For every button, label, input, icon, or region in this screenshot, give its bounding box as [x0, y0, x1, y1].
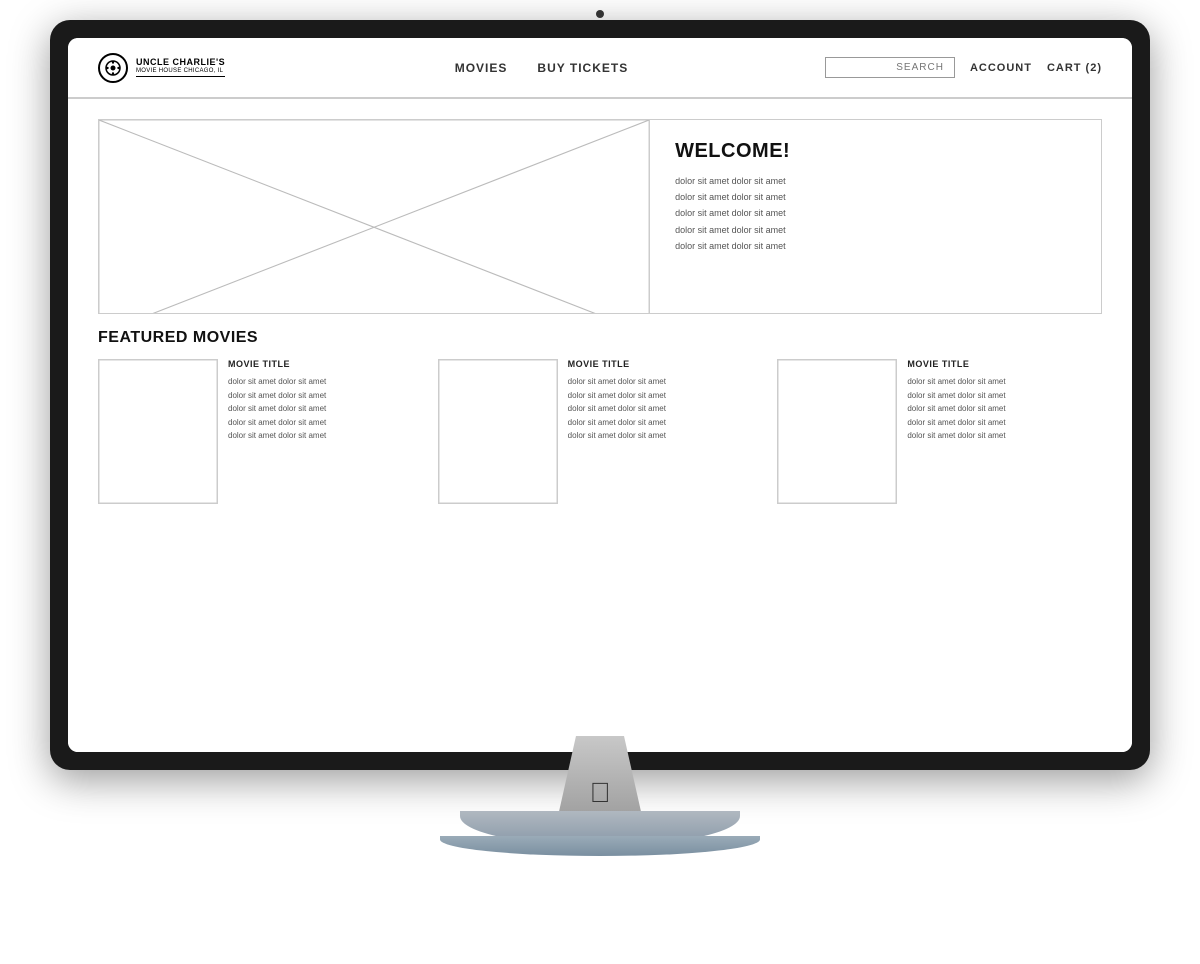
hero-placeholder-svg — [99, 120, 649, 313]
movie-desc-1-line5: dolor sit amet dolor sit amet — [228, 429, 423, 443]
search-input[interactable] — [825, 57, 955, 78]
monitor-inner: UNCLE CHARLIE'S MOVIE HOUSE CHICAGO, IL … — [68, 38, 1132, 752]
movie-image-3 — [777, 359, 897, 504]
logo-subtitle: MOVIE HOUSE CHICAGO, IL — [136, 68, 225, 75]
hero-body-line5: dolor sit amet dolor sit amet — [675, 238, 1076, 254]
movie-desc-1-line3: dolor sit amet dolor sit amet — [228, 402, 423, 416]
logo-text-block: UNCLE CHARLIE'S MOVIE HOUSE CHICAGO, IL — [136, 58, 225, 77]
movie-desc-3: dolor sit amet dolor sit amet dolor sit … — [907, 375, 1102, 443]
logo-underline — [136, 76, 225, 77]
nav-cart[interactable]: CART (2) — [1047, 62, 1102, 74]
hero-title: WELCOME! — [675, 140, 1076, 163]
movie-card-1: MOVIE TITLE dolor sit amet dolor sit ame… — [98, 359, 423, 504]
movie-card-2: MOVIE TITLE dolor sit amet dolor sit ame… — [438, 359, 763, 504]
movies-grid: MOVIE TITLE dolor sit amet dolor sit ame… — [98, 359, 1102, 504]
apple-logo:  — [590, 777, 611, 809]
nav-right: ACCOUNT CART (2) — [825, 57, 1102, 78]
movie-info-2: MOVIE TITLE dolor sit amet dolor sit ame… — [568, 359, 763, 443]
logo-title: UNCLE CHARLIE'S — [136, 58, 225, 68]
movie-image-2 — [438, 359, 558, 504]
movie-info-1: MOVIE TITLE dolor sit amet dolor sit ame… — [228, 359, 423, 443]
hero-body-line2: dolor sit amet dolor sit amet — [675, 189, 1076, 205]
screen: UNCLE CHARLIE'S MOVIE HOUSE CHICAGO, IL … — [68, 38, 1132, 752]
movie-desc-2-line4: dolor sit amet dolor sit amet — [568, 416, 763, 430]
movie-placeholder-svg-1 — [99, 360, 217, 503]
movie-placeholder-svg-3 — [778, 360, 896, 503]
hero-body: dolor sit amet dolor sit amet dolor sit … — [675, 173, 1076, 254]
film-reel-icon — [104, 59, 122, 77]
monitor-body: UNCLE CHARLIE'S MOVIE HOUSE CHICAGO, IL … — [50, 20, 1150, 770]
movie-title-3: MOVIE TITLE — [907, 359, 1102, 369]
movie-desc-2-line5: dolor sit amet dolor sit amet — [568, 429, 763, 443]
hero-text: WELCOME! dolor sit amet dolor sit amet d… — [650, 120, 1101, 313]
logo-area: UNCLE CHARLIE'S MOVIE HOUSE CHICAGO, IL — [98, 53, 258, 83]
movie-desc-3-line3: dolor sit amet dolor sit amet — [907, 402, 1102, 416]
movie-desc-2-line1: dolor sit amet dolor sit amet — [568, 375, 763, 389]
nav-links: MOVIES BUY TICKETS — [278, 61, 805, 75]
hero-body-line3: dolor sit amet dolor sit amet — [675, 205, 1076, 221]
hero-section: WELCOME! dolor sit amet dolor sit amet d… — [98, 119, 1102, 314]
movie-desc-2-line2: dolor sit amet dolor sit amet — [568, 389, 763, 403]
movie-desc-3-line5: dolor sit amet dolor sit amet — [907, 429, 1102, 443]
monitor-wrapper: UNCLE CHARLIE'S MOVIE HOUSE CHICAGO, IL … — [0, 0, 1200, 964]
movie-card-3: MOVIE TITLE dolor sit amet dolor sit ame… — [777, 359, 1102, 504]
featured-title: FEATURED MOVIES — [98, 329, 1102, 347]
movie-desc-3-line1: dolor sit amet dolor sit amet — [907, 375, 1102, 389]
nav-buy-tickets[interactable]: BUY TICKETS — [537, 61, 628, 75]
movie-desc-1: dolor sit amet dolor sit amet dolor sit … — [228, 375, 423, 443]
hero-body-line4: dolor sit amet dolor sit amet — [675, 222, 1076, 238]
site-content: UNCLE CHARLIE'S MOVIE HOUSE CHICAGO, IL … — [68, 38, 1132, 752]
monitor-stand-base-bottom — [440, 836, 760, 856]
hero-body-line1: dolor sit amet dolor sit amet — [675, 173, 1076, 189]
camera-dot — [596, 10, 604, 18]
logo-icon — [98, 53, 128, 83]
nav-account[interactable]: ACCOUNT — [970, 62, 1032, 74]
nav-separator — [68, 98, 1132, 99]
movie-title-1: MOVIE TITLE — [228, 359, 423, 369]
movie-placeholder-svg-2 — [439, 360, 557, 503]
navigation: UNCLE CHARLIE'S MOVIE HOUSE CHICAGO, IL … — [68, 38, 1132, 98]
movie-desc-1-line2: dolor sit amet dolor sit amet — [228, 389, 423, 403]
movie-desc-3-line2: dolor sit amet dolor sit amet — [907, 389, 1102, 403]
movie-title-2: MOVIE TITLE — [568, 359, 763, 369]
movie-desc-1-line4: dolor sit amet dolor sit amet — [228, 416, 423, 430]
movie-desc-3-line4: dolor sit amet dolor sit amet — [907, 416, 1102, 430]
movie-desc-2-line3: dolor sit amet dolor sit amet — [568, 402, 763, 416]
movie-image-1 — [98, 359, 218, 504]
movie-info-3: MOVIE TITLE dolor sit amet dolor sit ame… — [907, 359, 1102, 443]
nav-movies[interactable]: MOVIES — [455, 61, 508, 75]
movie-desc-2: dolor sit amet dolor sit amet dolor sit … — [568, 375, 763, 443]
movie-desc-1-line1: dolor sit amet dolor sit amet — [228, 375, 423, 389]
featured-section: FEATURED MOVIES — [98, 329, 1102, 504]
hero-image-placeholder — [99, 120, 650, 313]
